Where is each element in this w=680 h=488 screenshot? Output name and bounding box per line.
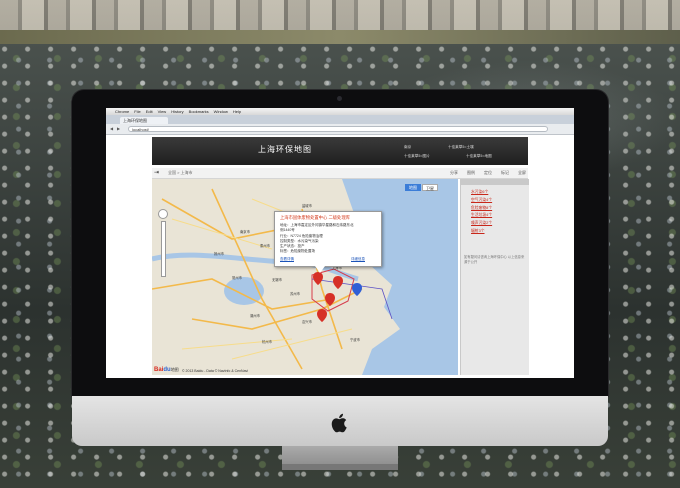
info-line: 标签：危险废物处置场 [280,249,315,253]
map-type-satellite-button[interactable]: 卫星 [422,184,438,191]
collapse-icon[interactable]: ⇥ [154,169,159,176]
category-link[interactable]: 水污染6个 [471,189,529,197]
header-info[interactable]: 十佳莱草5=土壤 [448,145,474,150]
category-link[interactable]: 噪声污染2个 [471,220,529,228]
more-info-link[interactable]: 详细信息 [351,257,365,262]
marker-red[interactable] [333,276,343,289]
site-title: 上海环保地图 [258,145,312,154]
view-detail-link[interactable]: 查看详情 [280,257,294,262]
city-label: 常州市 [232,276,242,280]
map-copyright: © 2013 Baidu - Data © NavInfo & CenNavi [182,369,249,373]
locate-button[interactable]: 定位 [484,170,492,176]
legend-button[interactable]: 图例 [467,170,475,176]
category-panel: 水污染6个 空气污染4个 危险废物8个 生活垃圾4个 噪声污染2个 辐射3个 如… [460,179,529,375]
category-link[interactable]: 危险废物8个 [471,205,529,213]
marker-red[interactable] [313,272,323,285]
back-icon[interactable]: ◀ [110,127,115,131]
menu-item[interactable]: Edit [146,108,153,115]
menu-item[interactable]: Help [233,108,241,115]
address-bar[interactable]: localhost/ [128,126,548,132]
map-toolbar: ⇥ 全国 > 上海市 分享 图例 定位 标记 全屏 [152,168,528,179]
city-label: 宁波市 [350,338,360,342]
screen: Chrome File Edit View History Bookmarks … [106,108,574,378]
city-label: 扬州市 [214,252,224,256]
category-link[interactable]: 辐射3个 [471,228,529,236]
panel-note: 如有疑问请咨询上海环保中心 以上信息来源于公开 [464,255,525,264]
baidu-logo: Baidu地图 [154,367,179,373]
info-window-tail [315,266,325,273]
city-label: 无锡市 [272,278,282,282]
menu-item[interactable]: View [158,108,167,115]
panel-header [461,179,529,185]
mark-button[interactable]: 标记 [501,170,509,176]
browser-tab[interactable]: 上海环保地图 [120,117,168,124]
map-type-map-button[interactable]: 地图 [405,184,421,191]
city-label: 泰州市 [260,244,270,248]
menu-item[interactable]: Window [214,108,228,115]
city-label: 盐城市 [302,204,312,208]
city-label: 杭州市 [262,340,272,344]
map-type-switch: 地图 卫星 [405,184,438,191]
category-link[interactable]: 空气污染4个 [471,197,529,205]
fullscreen-button[interactable]: 全屏 [518,170,526,176]
header-info[interactable]: 南京 [404,145,411,150]
baidu-map[interactable]: 南京市 盐城市 泰州市 扬州市 无锡市 苏州市 常州市 上海市 嘉兴市 湖州市 … [152,179,458,375]
city-label: 南京市 [240,230,250,234]
os-menubar: Chrome File Edit View History Bookmarks … [106,108,574,115]
category-list: 水污染6个 空气污染4个 危险废物8个 生活垃圾4个 噪声污染2个 辐射3个 [471,189,529,236]
menu-item[interactable]: File [134,108,140,115]
monitor-stand [282,446,398,470]
camera-icon [337,96,342,101]
info-line: 侧1440号 [280,228,295,232]
pan-control[interactable] [158,209,168,219]
browser-tabbar: 上海环保地图 [106,115,574,124]
marker-red[interactable] [317,309,327,322]
web-page: 上海环保地图 南京 十佳莱草5=土壤 十佳莱草5=图片 十佳莱草5=地图 ⇥ 全… [106,135,574,378]
share-button[interactable]: 分享 [450,170,458,176]
category-link[interactable]: 生活垃圾4个 [471,212,529,220]
city-label: 嘉兴市 [302,320,312,324]
info-window: 上海市固体废物处置中心 二级处理库 地址：上海市嘉定区外冈镇华星路和石纬路东北 … [274,211,382,273]
map-markers [313,272,362,322]
city-label: 苏州市 [290,292,300,296]
apple-logo-icon [331,413,347,433]
header-info[interactable]: 十佳莱草5=图片 [404,154,430,159]
zoom-slider[interactable] [160,221,166,277]
marker-red[interactable] [325,293,335,306]
menu-item[interactable]: Chrome [115,108,129,115]
city-label: 湖州市 [250,314,260,318]
menu-item[interactable]: History [171,108,183,115]
forward-icon[interactable]: ▶ [117,127,122,131]
header-info[interactable]: 十佳莱草5=地图 [466,154,492,159]
map-tools: 分享 图例 定位 标记 全屏 [450,170,526,176]
site-header: 上海环保地图 南京 十佳莱草5=土壤 十佳莱草5=图片 十佳莱草5=地图 [152,137,528,165]
menu-item[interactable]: Bookmarks [189,108,209,115]
browser-toolbar: ◀ ▶ localhost/ [106,124,574,135]
zoom-control [158,209,168,279]
marker-blue[interactable] [352,283,362,296]
info-window-title: 上海市固体废物处置中心 二级处理库 [280,215,350,220]
breadcrumb[interactable]: 全国 > 上海市 [168,170,193,176]
